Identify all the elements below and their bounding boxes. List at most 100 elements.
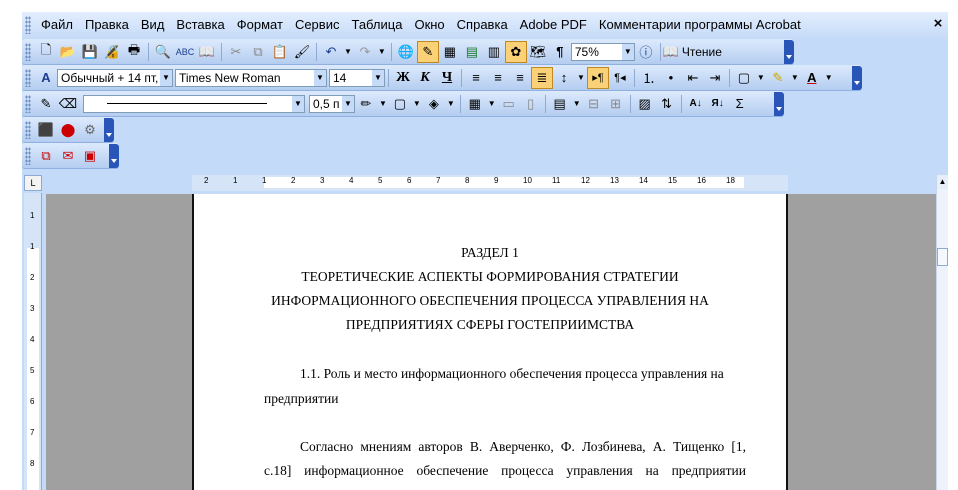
rtl-paragraph-icon[interactable]: ¶◂ (609, 67, 631, 89)
convert-to-pdf-icon[interactable]: ⧉ (35, 145, 57, 167)
sort-descending-icon[interactable]: Я↓ (707, 93, 729, 115)
show-hide-icon[interactable]: ¶ (549, 41, 571, 63)
chevron-down-icon[interactable]: ▼ (413, 99, 421, 108)
reading-layout-icon[interactable]: 📖 (663, 41, 679, 63)
font-color-icon[interactable]: A (801, 67, 823, 89)
merge-cells-icon[interactable]: ▭ (498, 93, 520, 115)
toolbar-grip[interactable] (25, 120, 31, 139)
chevron-down-icon[interactable]: ▼ (292, 95, 304, 112)
sort-ascending-icon[interactable]: A↓ (685, 93, 707, 115)
borders-icon[interactable]: ▢ (733, 67, 755, 89)
line-style-select[interactable]: ▼ (83, 94, 305, 113)
insert-table-icon[interactable]: ▦ (464, 93, 486, 115)
help-icon[interactable]: ⓘ (635, 41, 657, 63)
draw-table-icon[interactable]: ✎ (35, 93, 57, 115)
insert-table-icon[interactable]: ▦ (439, 41, 461, 63)
tab-selector[interactable]: L (24, 175, 42, 191)
bold-button[interactable]: Ж (392, 67, 414, 89)
undo-icon[interactable]: ↶ (320, 41, 342, 63)
align-left-icon[interactable]: ≡ (465, 67, 487, 89)
paste-icon[interactable]: 📋 (269, 41, 291, 63)
toolbar-options-icon[interactable] (774, 91, 784, 116)
research-icon[interactable]: 📖 (196, 41, 218, 63)
toolbar-options-icon[interactable] (784, 39, 794, 64)
print-icon[interactable]: 🖶 (123, 41, 145, 63)
toolbar-grip[interactable] (25, 146, 31, 165)
insert-excel-icon[interactable]: ▤ (461, 41, 483, 63)
gear-icon[interactable]: ⚙ (79, 119, 101, 141)
chevron-down-icon[interactable]: ▼ (577, 73, 585, 82)
increase-indent-icon[interactable]: ⇥ (704, 67, 726, 89)
chevron-down-icon[interactable]: ▼ (372, 69, 384, 86)
menu-help[interactable]: Справка (451, 12, 514, 38)
document-canvas[interactable]: РАЗДЕЛ 1 ТЕОРЕТИЧЕСКИЕ АСПЕКТЫ ФОРМИРОВА… (46, 194, 936, 490)
align-center-icon[interactable]: ≡ (487, 67, 509, 89)
menu-format[interactable]: Формат (231, 12, 289, 38)
menu-adobe-pdf[interactable]: Adobe PDF (514, 12, 593, 38)
bullets-icon[interactable]: • (660, 67, 682, 89)
chevron-down-icon[interactable]: ▼ (160, 69, 172, 86)
align-cell-icon[interactable]: ▤ (549, 93, 571, 115)
chevron-down-icon[interactable]: ▼ (342, 95, 354, 112)
split-cells-icon[interactable]: ▯ (520, 93, 542, 115)
convert-email-pdf-icon[interactable]: ✉ (57, 145, 79, 167)
horizontal-ruler[interactable]: 2 1 1 2 3 4 5 6 7 8 9 10 11 12 13 14 15 16 18 (192, 175, 788, 191)
format-painter-icon[interactable]: 🖌 (291, 41, 313, 63)
save-icon[interactable]: 💾 (79, 41, 101, 63)
menu-insert[interactable]: Вставка (170, 12, 230, 38)
chevron-down-icon[interactable]: ▼ (573, 99, 581, 108)
acrobat-pdf-icon[interactable]: ⬛ (35, 119, 57, 141)
columns-icon[interactable]: ▥ (483, 41, 505, 63)
text-direction-icon[interactable]: ⇅ (656, 93, 678, 115)
ltr-paragraph-icon[interactable]: ▸¶ (586, 66, 609, 89)
chevron-down-icon[interactable]: ▼ (621, 43, 634, 60)
line-weight-select[interactable]: 0,5 п ▼ (309, 94, 355, 113)
chevron-down-icon[interactable]: ▼ (757, 73, 765, 82)
menu-acrobat-comments[interactable]: Комментарии программы Acrobat (593, 12, 807, 38)
distribute-rows-icon[interactable]: ⊟ (583, 93, 605, 115)
highlight-icon[interactable]: ✎ (767, 67, 789, 89)
scroll-up-icon[interactable]: ▲ (937, 175, 948, 189)
style-select[interactable]: Обычный + 14 пт, ▼ (57, 68, 173, 87)
chevron-down-icon[interactable]: ▼ (379, 99, 387, 108)
toolbar-grip[interactable] (25, 42, 31, 61)
justify-icon[interactable]: ≣ (531, 66, 553, 89)
drawing-icon[interactable]: ✿ (504, 40, 527, 63)
vertical-scrollbar[interactable]: ▲ (936, 175, 948, 490)
autoformat-table-icon[interactable]: ▨ (634, 93, 656, 115)
numbering-icon[interactable]: ⒈ (638, 67, 660, 89)
permission-icon[interactable]: 🔏 (101, 41, 123, 63)
styles-pane-icon[interactable]: A (35, 67, 57, 89)
zoom-select[interactable]: 75% ▼ (570, 42, 635, 61)
spelling-icon[interactable]: ABC (174, 41, 196, 63)
menu-window[interactable]: Окно (408, 12, 450, 38)
chevron-down-icon[interactable]: ▼ (825, 73, 833, 82)
redo-icon[interactable]: ↷ (354, 41, 376, 63)
scrollbar-thumb[interactable] (937, 248, 948, 266)
reading-layout-button[interactable]: Чтение (678, 45, 726, 59)
toolbar-options-icon[interactable] (109, 143, 119, 168)
outside-border-icon[interactable]: ▢ (389, 93, 411, 115)
open-folder-icon[interactable]: 📂 (57, 41, 79, 63)
print-preview-icon[interactable]: 🔍 (152, 41, 174, 63)
hyperlink-icon[interactable]: 🌐 (395, 41, 417, 63)
italic-button[interactable]: К (414, 67, 436, 89)
copy-icon[interactable]: ⧉ (247, 41, 269, 63)
menu-table[interactable]: Таблица (345, 12, 408, 38)
vertical-ruler[interactable]: 1 1 2 3 4 5 6 7 8 (24, 193, 42, 490)
toolbar-grip[interactable] (25, 16, 31, 34)
tables-borders-icon[interactable]: ✎ (416, 40, 439, 63)
menu-file[interactable]: Файл (35, 12, 79, 38)
line-spacing-icon[interactable]: ↕ (553, 67, 575, 89)
acrobat-record-icon[interactable]: ⬤ (57, 119, 79, 141)
shading-color-icon[interactable]: ◈ (423, 93, 445, 115)
close-icon[interactable]: × (930, 15, 946, 33)
toolbar-grip[interactable] (25, 68, 31, 87)
document-page[interactable]: РАЗДЕЛ 1 ТЕОРЕТИЧЕСКИЕ АСПЕКТЫ ФОРМИРОВА… (192, 194, 788, 490)
chevron-down-icon[interactable]: ▼ (378, 47, 386, 56)
cut-icon[interactable]: ✂ (225, 41, 247, 63)
chevron-down-icon[interactable]: ▼ (447, 99, 455, 108)
menu-tools[interactable]: Сервис (289, 12, 346, 38)
toolbar-options-icon[interactable] (104, 117, 114, 142)
document-map-icon[interactable]: 🗺 (527, 41, 549, 63)
